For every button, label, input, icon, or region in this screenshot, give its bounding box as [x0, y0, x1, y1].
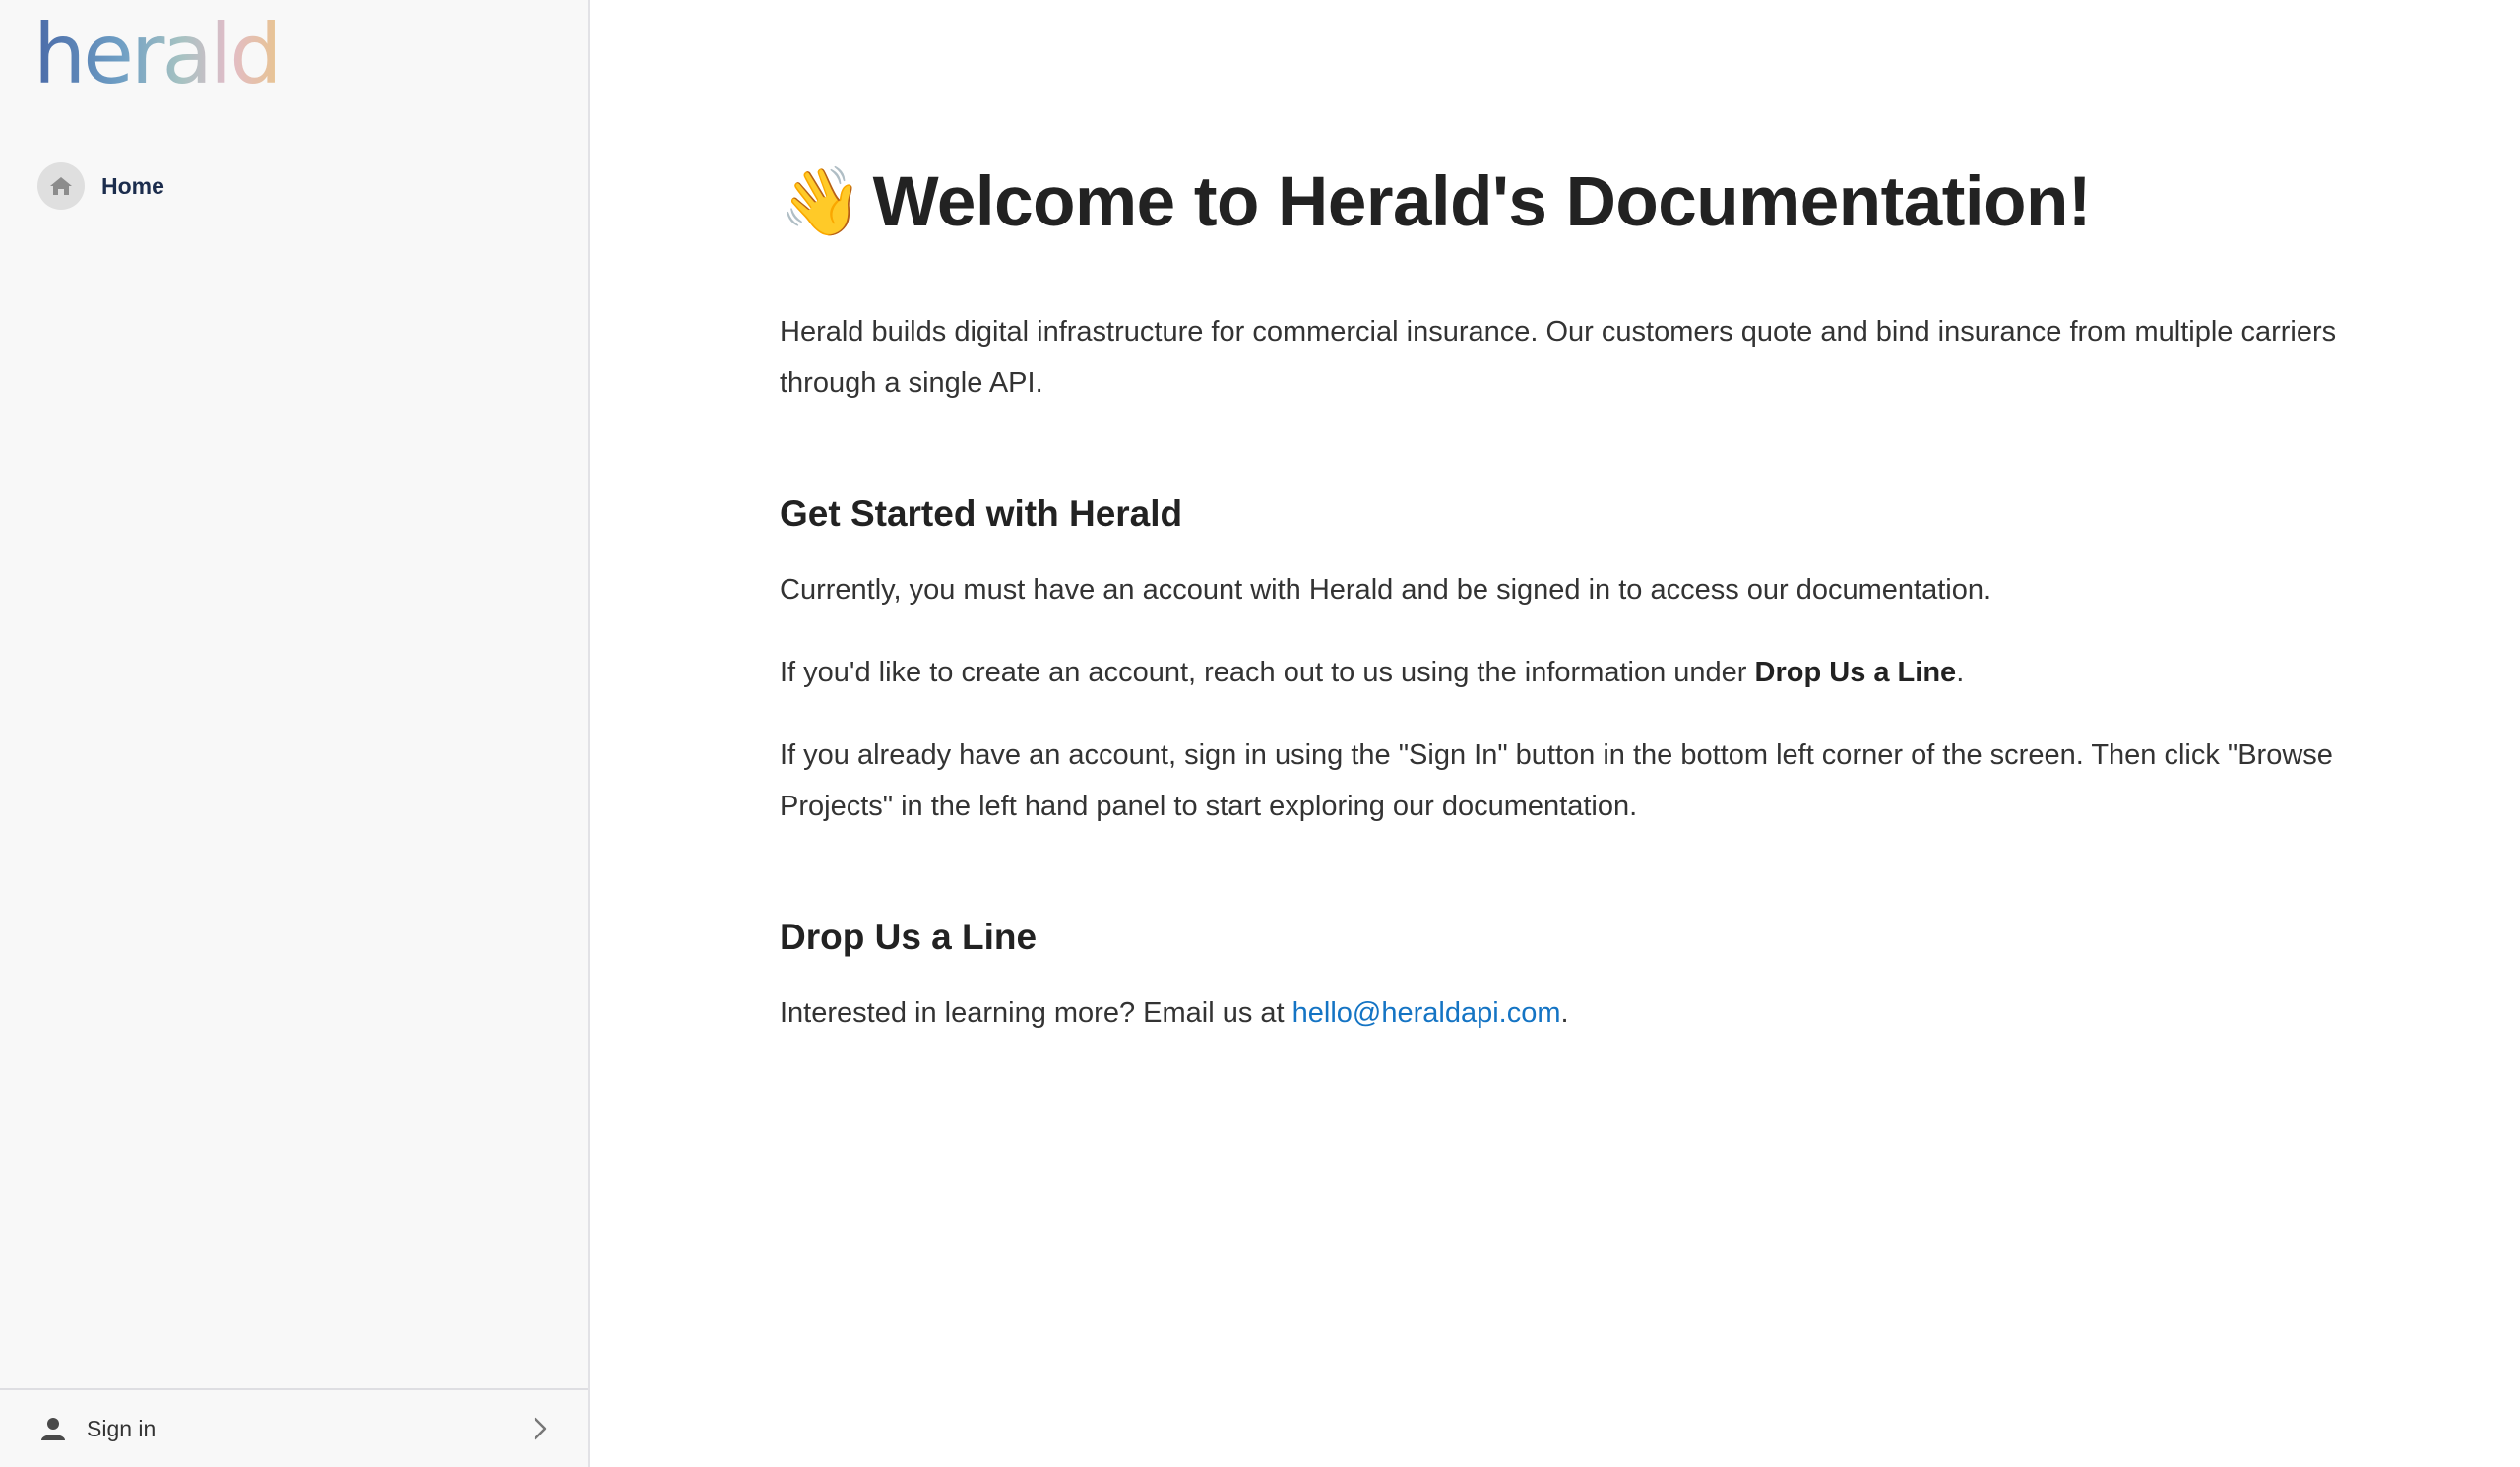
home-icon — [37, 162, 85, 210]
account-required-paragraph: Currently, you must have an account with… — [780, 574, 1992, 606]
app-root: herald Home Sign in 👋 Welcome to Herald'… — [0, 0, 2520, 1467]
sign-in-instructions-paragraph: If you already have an account, sign in … — [780, 739, 2333, 822]
sidebar-item-label: Home — [101, 172, 164, 199]
period: . — [1560, 997, 1569, 1029]
herald-logo[interactable]: herald — [33, 16, 280, 95]
sidebar: herald Home Sign in — [0, 0, 590, 1467]
intro-paragraph: Herald builds digital infrastructure for… — [780, 316, 2337, 399]
drop-us-a-line-ref: Drop Us a Line — [1754, 657, 1957, 688]
sign-in-button[interactable]: Sign in — [0, 1388, 588, 1467]
create-account-text: If you'd like to create an account, reac… — [780, 657, 1755, 688]
contact-paragraph: Interested in learning more? Email us at… — [780, 988, 2374, 1039]
person-icon — [39, 1415, 67, 1442]
svg-text:herald: herald — [33, 16, 280, 95]
page-title: 👋 Welcome to Herald's Documentation! — [780, 148, 2374, 256]
drop-us-a-line-heading: Drop Us a Line — [780, 917, 1038, 957]
sidebar-item-home[interactable]: Home — [37, 160, 549, 212]
get-started-heading: Get Started with Herald — [780, 493, 1183, 534]
sign-in-label: Sign in — [87, 1415, 157, 1441]
email-link[interactable]: hello@heraldapi.com — [1292, 997, 1561, 1029]
main-content: 👋 Welcome to Herald's Documentation! Her… — [590, 0, 2520, 1467]
contact-text: Interested in learning more? Email us at — [780, 997, 1292, 1029]
page-title-text: Welcome to Herald's Documentation! — [872, 162, 2092, 241]
chevron-right-icon — [531, 1415, 550, 1442]
waving-hand-icon: 👋 — [780, 164, 863, 239]
doc-article: 👋 Welcome to Herald's Documentation! Her… — [780, 148, 2374, 1039]
herald-logo-wordmark: herald — [33, 16, 280, 95]
period: . — [1956, 657, 1965, 688]
create-account-paragraph: If you'd like to create an account, reac… — [780, 647, 2374, 698]
sidebar-nav: Home — [37, 160, 549, 212]
